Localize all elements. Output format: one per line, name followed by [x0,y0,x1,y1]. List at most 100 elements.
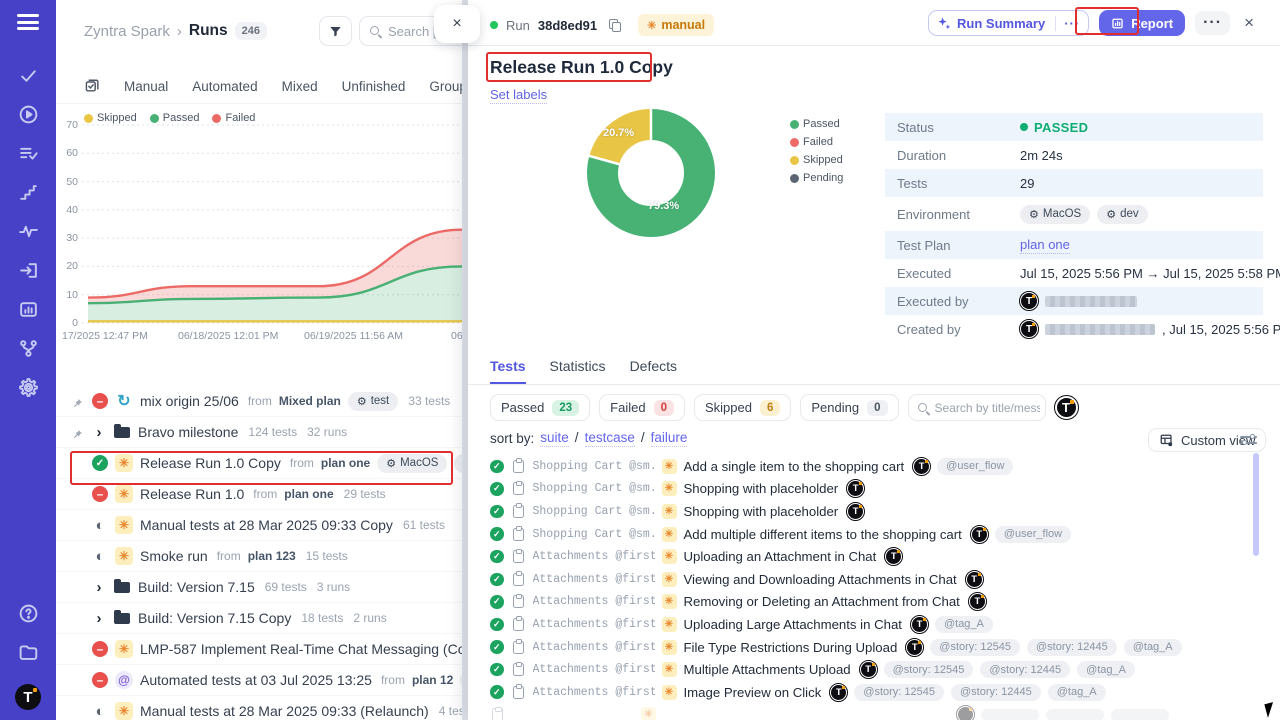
testcase-icon [513,618,524,631]
filter-button[interactable] [319,16,352,46]
run-list-item[interactable]: –↻mix origin 25/06fromMixed plan⚙test33 … [56,386,462,417]
run-plan-link[interactable]: plan 12 [412,673,453,687]
folder-icon[interactable] [17,642,39,664]
pin-slot [72,427,85,438]
test-tag: @story: 12545 [854,684,944,701]
tab-tests[interactable]: Tests [490,358,526,384]
play-circle-icon[interactable] [17,104,39,126]
results-donut-chart [583,105,719,241]
run-plan-link[interactable]: plan one [321,456,370,470]
breadcrumb-project[interactable]: Zyntra Spark [84,23,170,40]
run-list-item[interactable]: ›Build: Version 7.15 Copy18 tests2 runs [56,603,462,634]
test-row[interactable]: ✓Shopping Cart @sm...✳Add multiple diffe… [490,523,1260,546]
bulk-select-icon[interactable] [84,78,100,94]
run-plan-link[interactable]: plan one [284,487,333,501]
test-row[interactable]: ✓Shopping Cart @sm...✳Shopping with plac… [490,500,1260,523]
assignee-avatar[interactable]: T [1055,396,1078,419]
filter-skipped-button[interactable]: Skipped6 [694,394,791,421]
help-icon[interactable] [17,603,39,625]
tab-statistics[interactable]: Statistics [550,358,606,384]
sort-link-failure[interactable]: failure [651,430,688,447]
set-labels-link[interactable]: Set labels [490,87,547,104]
expand-chevron-icon[interactable]: › [92,579,106,596]
sort-link-suite[interactable]: suite [540,430,569,447]
donut-skipped-label: 20.7% [603,127,634,139]
scrollbar-thumb[interactable] [1253,453,1259,556]
run-list-item[interactable]: –✳Release Run 1.0fromplan one29 tests [56,479,462,510]
report-button[interactable]: Report [1099,10,1185,36]
status-badge: PASSED [1020,120,1088,135]
sign-in-icon[interactable] [17,260,39,282]
more-actions-button[interactable]: ··· [1195,11,1230,35]
test-row[interactable]: ✓Attachments @first✳Uploading an Attachm… [490,545,1260,568]
gear-icon[interactable] [17,377,39,399]
test-row[interactable]: ✓Attachments @first✳Uploading Large Atta… [490,613,1260,636]
close-icon[interactable]: × [1240,13,1258,33]
test-assignee-avatar: T [906,639,923,656]
test-plan-link[interactable]: plan one [1020,237,1070,254]
runs-tab-groups[interactable]: Groups [429,79,462,94]
legend-item: Passed [790,118,843,130]
environment-badge: ⚙MacOS [377,454,447,473]
detail-row: Tests29 [885,169,1263,197]
expand-chevron-icon[interactable]: › [92,610,106,627]
test-assignee-avatar: T [971,526,988,543]
test-row[interactable]: ✓Shopping Cart @sm...✳Shopping with plac… [490,478,1260,501]
runs-tab-manual[interactable]: Manual [124,79,168,94]
tests-search[interactable] [908,394,1046,421]
view-options-icon[interactable] [1240,432,1257,448]
menu-icon[interactable] [17,14,39,30]
run-summary-more-button[interactable]: ··· [1055,16,1088,31]
list-check-icon[interactable] [17,143,39,165]
legend-item: Skipped [790,154,843,166]
expand-chevron-icon[interactable]: › [92,424,106,441]
tab-defects[interactable]: Defects [630,358,677,384]
test-row[interactable]: ✓Attachments @first✳File Type Restrictio… [490,636,1260,659]
test-row[interactable]: ✓Attachments @first✳Viewing and Download… [490,568,1260,591]
run-list-item[interactable]: –@Automated tests at 03 Jul 2025 13:25fr… [56,665,462,696]
sort-row: sort by: suite/testcase/failure [490,430,687,447]
x-axis-tick: 06/18/2025 12:01 PM [178,330,278,342]
filter-pending-button[interactable]: Pending0 [800,394,898,421]
test-row[interactable]: ✓Attachments @first✳Image Preview on Cli… [490,681,1260,704]
test-assignee-avatar: T [860,661,877,678]
run-list-item[interactable]: ✓✳Release Run 1.0 Copyfromplan one⚙MacOS… [56,448,462,479]
filter-passed-button[interactable]: Passed23 [490,394,590,421]
run-summary-button[interactable]: Run Summary ··· [928,10,1089,36]
runs-tab-unfinished[interactable]: Unfinished [342,79,406,94]
runs-tab-automated[interactable]: Automated [192,79,257,94]
logo-avatar[interactable]: T [15,684,41,710]
pulse-icon[interactable] [17,221,39,243]
run-plan-link[interactable]: plan 123 [248,549,296,563]
branch-icon[interactable] [17,338,39,360]
detail-row: Environment⚙MacOS⚙dev [885,197,1263,231]
run-list-item[interactable]: ◐✳Smoke runfromplan 12315 tests [56,541,462,572]
run-from-label: from [290,456,314,470]
tests-search-input[interactable] [935,401,1040,415]
panel-close-button[interactable]: × [434,5,480,43]
manual-badge: ✳ manual [638,14,714,36]
detail-row: Created byT, Jul 15, 2025 5:56 PM [885,315,1263,343]
filter-failed-button[interactable]: Failed0 [599,394,685,421]
detail-row: ExecutedJul 15, 2025 5:56 PM → Jul 15, 2… [885,259,1263,287]
copy-icon[interactable] [609,19,622,32]
test-row[interactable]: ✓Attachments @first✳Multiple Attachments… [490,658,1260,681]
breadcrumb-section[interactable]: Runs [189,22,228,40]
check-icon[interactable] [17,65,39,87]
report-icon[interactable] [17,299,39,321]
user-avatar: T [1020,292,1038,310]
sort-link-testcase[interactable]: testcase [585,430,635,447]
test-row[interactable]: ✓Shopping Cart @sm...✳Add a single item … [490,455,1260,478]
test-row[interactable]: ✓Attachments @first✳Removing or Deleting… [490,591,1260,614]
status-failed-icon: – [92,486,108,502]
search-icon [918,403,927,412]
test-tag: @story: 12445 [1027,639,1117,656]
run-list-item[interactable]: ◐✳Manual tests at 28 Mar 2025 09:33 (Rel… [56,696,462,720]
run-plan-link[interactable]: Mixed plan [279,394,341,408]
runs-tab-mixed[interactable]: Mixed [282,79,318,94]
run-list-item[interactable]: ›Build: Version 7.1569 tests3 runs [56,572,462,603]
run-list-item[interactable]: ◐✳Manual tests at 28 Mar 2025 09:33 Copy… [56,510,462,541]
run-list-item[interactable]: –✳LMP-587 Implement Real-Time Chat Messa… [56,634,462,665]
run-list-item[interactable]: ›Bravo milestone124 tests32 runs [56,417,462,448]
steps-icon[interactable] [17,182,39,204]
